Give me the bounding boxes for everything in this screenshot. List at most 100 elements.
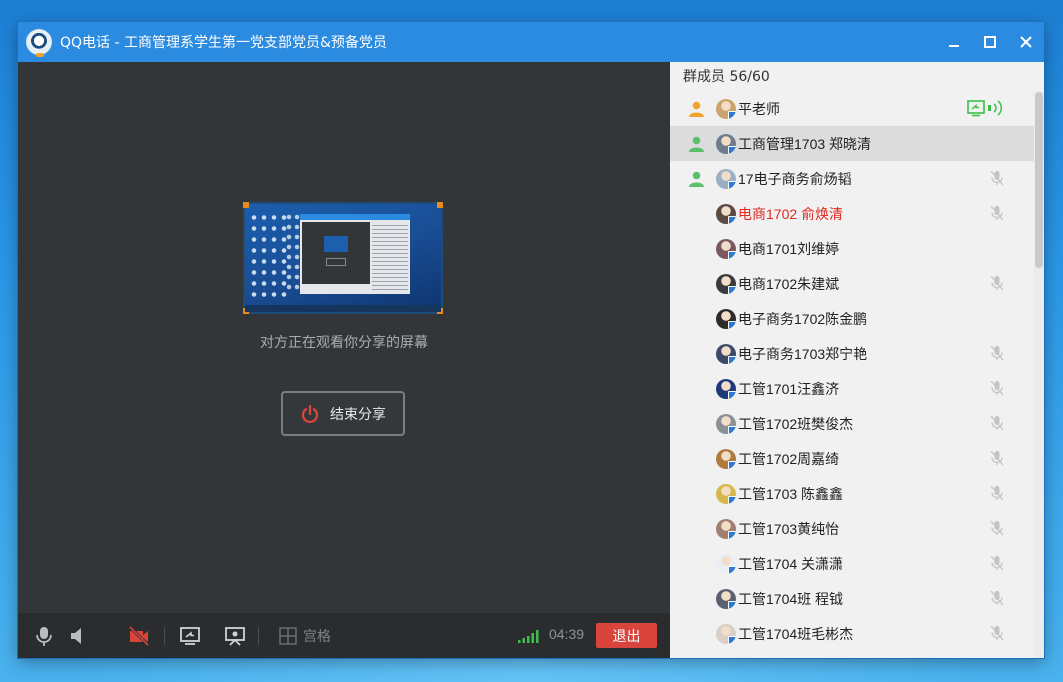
member-row[interactable]: 工管1704班 程钺 — [670, 581, 1034, 616]
microphone-button[interactable] — [32, 624, 56, 648]
member-role-icon — [689, 171, 704, 187]
avatar — [716, 554, 736, 574]
avatar — [716, 449, 736, 469]
speaker-icon — [71, 628, 81, 644]
member-name: 电子商务1703郑宁艳 — [738, 346, 868, 362]
mic-muted-icon — [990, 170, 1004, 186]
member-row[interactable]: 工商管理1703 郑晓清 — [670, 126, 1034, 161]
device-badge-icon — [728, 181, 736, 189]
mic-muted-icon — [990, 520, 1004, 536]
avatar — [716, 344, 736, 364]
member-name: 电商1702 俞焕清 — [738, 206, 844, 222]
member-row[interactable]: 工管1702班樊俊杰 — [670, 406, 1034, 441]
avatar — [716, 379, 736, 399]
qq-call-window: QQ电话 - 工商管理系学生第一党支部党员&预备党员 对方正在观看你分享的屏幕 … — [18, 22, 1044, 658]
member-count: 群成员 56/60 — [683, 69, 770, 85]
member-row[interactable]: 电子商务1702陈金鹏 — [670, 301, 1034, 336]
shared-screen-preview[interactable] — [243, 202, 443, 314]
member-row[interactable]: 工管1702周嘉绮 — [670, 441, 1034, 476]
member-name: 工管1704班 程钺 — [738, 591, 844, 607]
member-row[interactable]: 17电子商务俞炀韬 — [670, 161, 1034, 196]
member-name: 17电子商务俞炀韬 — [738, 171, 852, 187]
member-name: 工管1703黄纯怡 — [738, 521, 840, 537]
camera-off-icon — [128, 625, 150, 647]
grid-view-label[interactable]: 宫格 — [303, 626, 331, 646]
avatar — [716, 519, 736, 539]
avatar — [716, 134, 736, 154]
device-badge-icon — [728, 461, 736, 469]
device-badge-icon — [728, 531, 736, 539]
mic-muted-icon — [990, 590, 1004, 606]
member-name: 工管1701汪鑫济 — [738, 381, 840, 397]
window-controls — [936, 22, 1044, 62]
member-row[interactable]: 工管1703黄纯怡 — [670, 511, 1034, 546]
member-list: 平老师工商管理1703 郑晓清 17电子商务俞炀韬 电商1702 俞焕清 电商1701… — [670, 91, 1034, 651]
mic-muted-icon — [990, 275, 1004, 291]
member-name: 电商1701刘维婷 — [738, 241, 840, 257]
speaker-button[interactable] — [66, 624, 90, 648]
exit-call-button[interactable]: 退出 — [596, 623, 657, 648]
mic-muted-icon — [990, 555, 1004, 571]
member-scrollbar-thumb[interactable] — [1035, 92, 1043, 268]
projector-icon — [225, 627, 245, 646]
device-badge-icon — [728, 251, 736, 259]
mic-muted-icon — [990, 205, 1004, 221]
mic-muted-icon — [990, 345, 1004, 361]
title-bar[interactable]: QQ电话 - 工商管理系学生第一党支部党员&预备党员 — [18, 22, 1044, 62]
member-row[interactable]: 电商1702朱建斌 — [670, 266, 1034, 301]
member-name: 工管1704班毛彬杰 — [738, 626, 854, 642]
screen-share-panel: 对方正在观看你分享的屏幕 结束分享 — [18, 62, 670, 613]
avatar — [716, 589, 736, 609]
device-badge-icon — [728, 496, 736, 504]
member-row[interactable]: 电子商务1703郑宁艳 — [670, 336, 1034, 371]
maximize-icon — [984, 36, 996, 48]
device-badge-icon — [728, 426, 736, 434]
device-badge-icon — [728, 111, 736, 119]
member-panel: 群成员 56/60 平老师工商管理1703 郑晓清 17电子商务俞炀韬 电商1702… — [670, 62, 1044, 658]
mic-muted-icon — [990, 380, 1004, 396]
device-badge-icon — [728, 216, 736, 224]
device-badge-icon — [728, 356, 736, 364]
camera-toggle-button[interactable] — [127, 624, 151, 648]
grid-view-button[interactable] — [276, 624, 300, 648]
call-timer: 04:39 — [549, 626, 585, 642]
end-share-label: 结束分享 — [330, 406, 386, 423]
close-button[interactable] — [1008, 22, 1044, 62]
device-badge-icon — [728, 146, 736, 154]
member-row[interactable]: 工管1704 关潇潇 — [670, 546, 1034, 581]
device-badge-icon — [728, 286, 736, 294]
avatar — [716, 414, 736, 434]
projector-button[interactable] — [223, 624, 247, 648]
mic-muted-icon — [990, 485, 1004, 501]
member-row[interactable]: 工管1704班毛彬杰 — [670, 616, 1034, 651]
minimize-button[interactable] — [936, 22, 972, 62]
avatar — [716, 309, 736, 329]
member-name: 工管1704 关潇潇 — [738, 556, 844, 572]
member-name: 工管1703 陈鑫鑫 — [738, 486, 844, 502]
member-row[interactable]: 工管1703 陈鑫鑫 — [670, 476, 1034, 511]
call-toolbar: 宫格 04:39 退出 — [18, 613, 670, 658]
window-title: QQ电话 - 工商管理系学生第一党支部党员&预备党员 — [60, 35, 387, 51]
member-row[interactable]: 电商1702 俞焕清 — [670, 196, 1034, 231]
member-name: 工管1702周嘉绮 — [738, 451, 840, 467]
member-row[interactable]: 平老师 — [670, 91, 1034, 126]
toolbar-divider — [258, 627, 259, 645]
sharing-screen-status-icon — [967, 100, 1003, 117]
member-row[interactable]: 工管1701汪鑫济 — [670, 371, 1034, 406]
close-icon — [1020, 36, 1032, 48]
end-share-button[interactable]: 结束分享 — [281, 391, 405, 436]
member-name: 电子商务1702陈金鹏 — [738, 311, 868, 327]
member-name: 工商管理1703 郑晓清 — [738, 136, 872, 152]
minimize-icon — [949, 45, 959, 47]
member-name: 平老师 — [738, 101, 780, 117]
avatar — [716, 239, 736, 259]
maximize-button[interactable] — [972, 22, 1008, 62]
screen-share-icon — [180, 627, 200, 645]
avatar — [716, 204, 736, 224]
member-row[interactable]: 电商1701刘维婷 — [670, 231, 1034, 266]
avatar — [716, 169, 736, 189]
screen-share-button[interactable] — [178, 624, 202, 648]
member-name: 工管1702班樊俊杰 — [738, 416, 854, 432]
microphone-icon — [36, 627, 52, 646]
member-name: 电商1702朱建斌 — [738, 276, 840, 292]
